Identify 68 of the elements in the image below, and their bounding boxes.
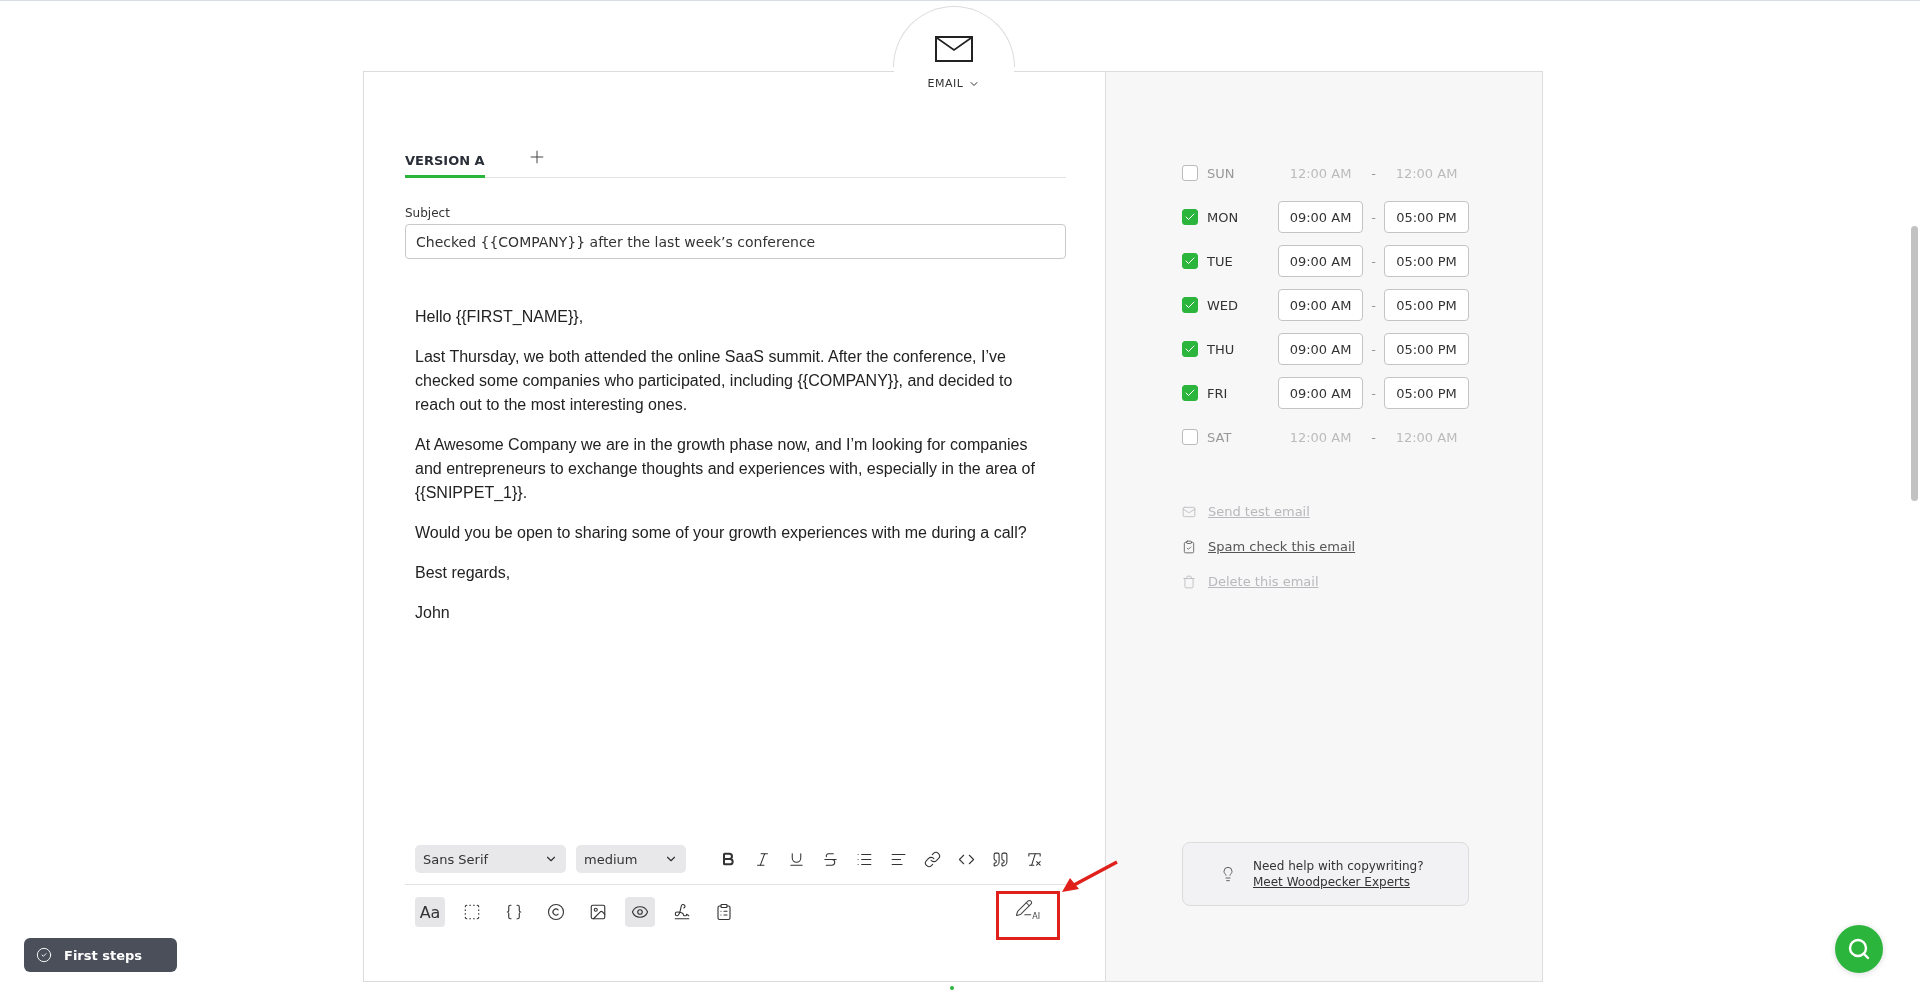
day-label: MON <box>1207 209 1240 225</box>
status-dot <box>950 986 954 990</box>
experts-link[interactable]: Meet Woodpecker Experts <box>1253 875 1424 889</box>
day-label: WED <box>1207 297 1240 313</box>
time-separator: - <box>1370 385 1377 401</box>
day-label: THU <box>1207 341 1236 357</box>
clipboard-check-icon <box>1182 539 1196 554</box>
end-time-field[interactable]: 05:00 PM <box>1384 377 1469 409</box>
day-checkbox[interactable] <box>1182 165 1198 181</box>
end-time-field[interactable]: 05:00 PM <box>1384 289 1469 321</box>
start-time-field[interactable]: 09:00 AM <box>1278 377 1363 409</box>
end-time-field[interactable]: 05:00 PM <box>1384 201 1469 233</box>
end-time-field[interactable]: 05:00 PM <box>1384 245 1469 277</box>
check-circle-icon <box>36 947 52 963</box>
time-separator: - <box>1370 165 1377 181</box>
time-separator: - <box>1370 253 1377 269</box>
lightbulb-icon <box>1220 866 1236 882</box>
mail-icon <box>1182 504 1196 519</box>
body-paragraph: Would you be open to sharing some of your growth experiences with me during a call? <box>415 523 1028 543</box>
envelope-icon <box>934 35 974 63</box>
help-text: Need help with copywriting? <box>1253 859 1424 873</box>
start-time-field[interactable]: 09:00 AM <box>1278 289 1363 321</box>
day-checkbox[interactable] <box>1182 297 1198 313</box>
search-icon <box>1847 937 1871 961</box>
end-time-field[interactable]: 05:00 PM <box>1384 333 1469 365</box>
first-steps-button[interactable]: First steps <box>24 938 177 972</box>
checkmark-icon <box>1184 387 1196 399</box>
pencil-icon <box>1015 899 1033 917</box>
body-paragraph: John <box>415 603 451 623</box>
body-paragraph: Hello {{FIRST_NAME}}, <box>415 307 585 327</box>
trash-icon <box>1182 574 1196 589</box>
day-checkbox[interactable] <box>1182 253 1198 269</box>
time-separator: - <box>1370 209 1377 225</box>
day-checkbox[interactable] <box>1182 341 1198 357</box>
day-label: SAT <box>1207 429 1233 445</box>
subject-field[interactable]: Checked {{COMPANY}} after the last week’s conference <box>405 224 1066 259</box>
help-search-button[interactable] <box>1835 925 1883 973</box>
checkmark-icon <box>1184 343 1196 355</box>
body-paragraph: Best regards, <box>415 563 512 583</box>
body-paragraph: Last Thursday, we both attended the online SaaS summit. After the conference, I’ve checked some companies who participated, including {{COMPANY}}, and decided to reach out to the most interesting ones. <box>415 347 1014 415</box>
start-time-field[interactable]: 09:00 AM <box>1278 201 1363 233</box>
channel-dropdown[interactable]: EMAIL <box>927 77 981 90</box>
day-checkbox[interactable] <box>1182 429 1198 445</box>
text-style-button[interactable]: Aa <box>415 897 445 927</box>
body-paragraph: At Awesome Company we are in the growth phase now, and I’m looking for companies and entrepreneurs to exchange thoughts and experiences with, especially in the area of {{SNIPPET_1}}. <box>415 435 1036 503</box>
day-label: SUN <box>1207 165 1236 181</box>
scrollbar-thumb[interactable] <box>1911 226 1918 501</box>
pointer-arrow <box>1060 859 1120 895</box>
eye-icon[interactable] <box>625 897 655 927</box>
day-checkbox[interactable] <box>1182 385 1198 401</box>
size-select[interactable]: medium <box>576 845 686 873</box>
version-tab[interactable]: VERSION A <box>405 153 485 178</box>
checkmark-icon <box>1184 299 1196 311</box>
checkmark-icon <box>1184 255 1196 267</box>
time-separator: - <box>1370 429 1377 445</box>
start-time-field[interactable]: 09:00 AM <box>1278 245 1363 277</box>
day-label: FRI <box>1207 385 1229 401</box>
start-time-field[interactable]: 09:00 AM <box>1278 333 1363 365</box>
ai-write-button[interactable]: AI <box>1012 897 1042 927</box>
subject-label: Subject <box>405 206 451 220</box>
time-separator: - <box>1370 297 1377 313</box>
action-link[interactable]: Spam check this email <box>1182 539 1542 554</box>
checkmark-icon <box>1184 211 1196 223</box>
time-separator: - <box>1370 341 1377 357</box>
font-select[interactable]: Sans Serif <box>415 845 566 873</box>
day-checkbox[interactable] <box>1182 209 1198 225</box>
highlight-frame <box>996 891 1060 940</box>
day-label: TUE <box>1207 253 1234 269</box>
